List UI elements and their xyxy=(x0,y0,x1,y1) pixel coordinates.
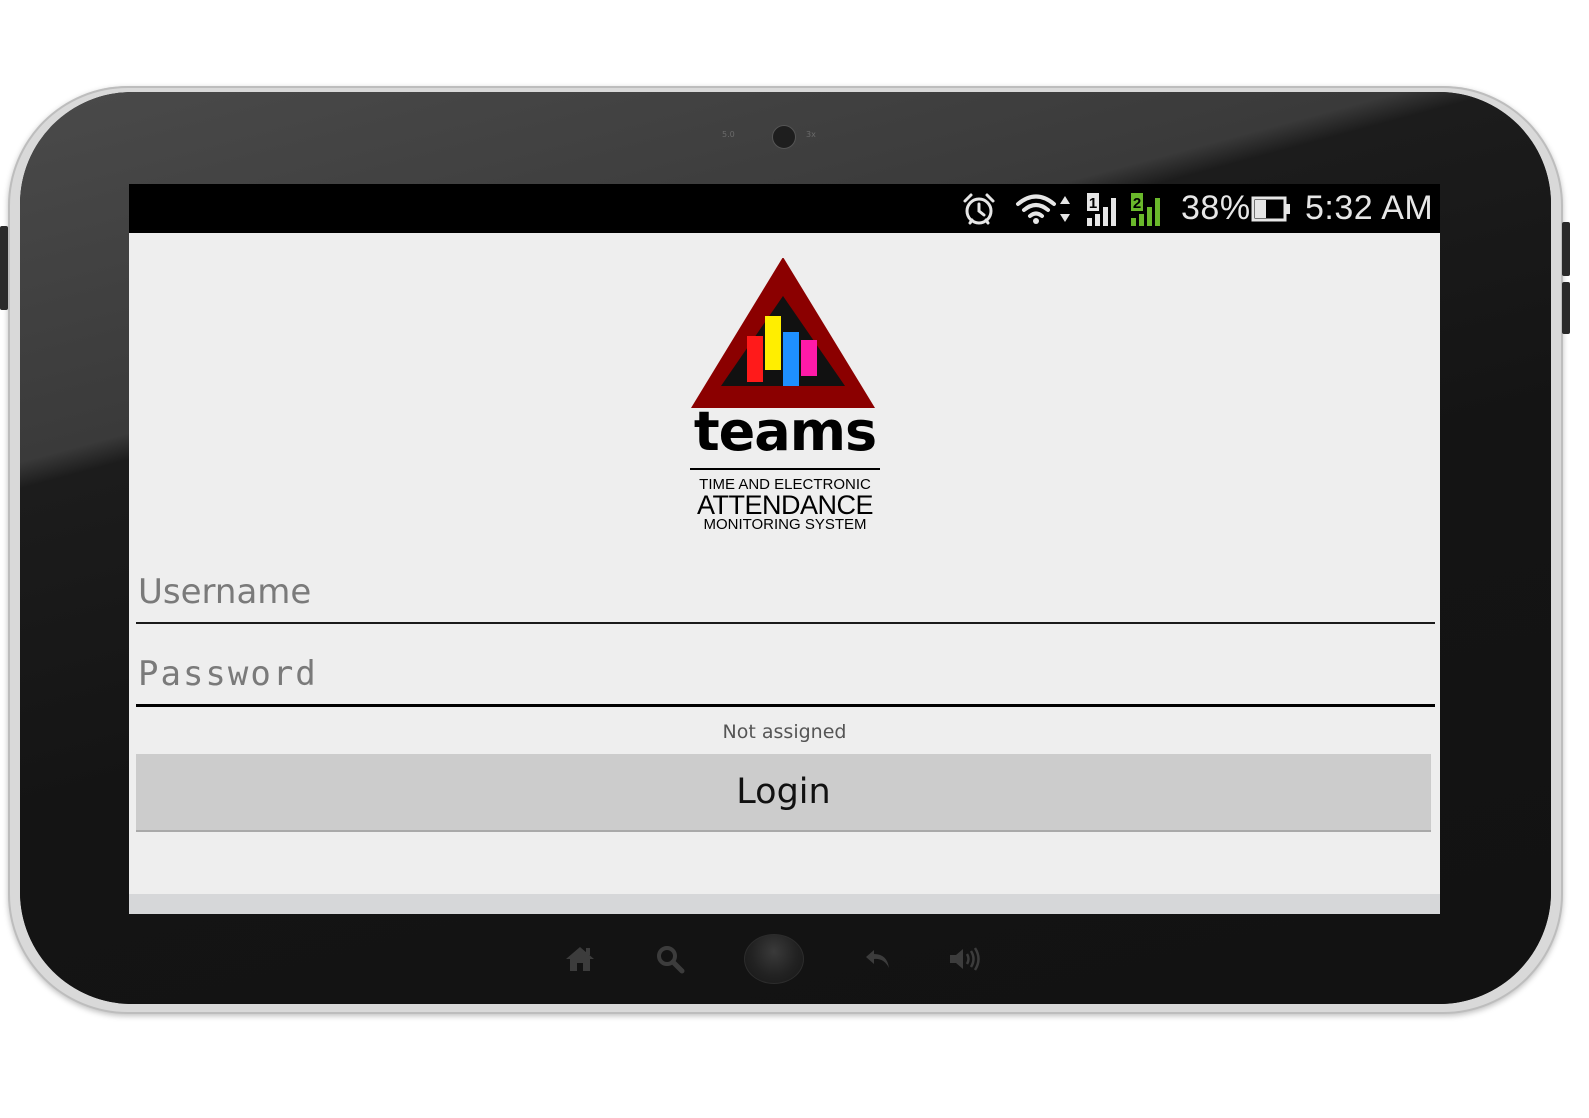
battery-percent: 38% xyxy=(1181,184,1251,233)
sim1-label: 1 xyxy=(1089,195,1097,212)
back-icon[interactable] xyxy=(858,937,898,981)
camera-label-right: 3x xyxy=(806,130,816,139)
sim2-label: 2 xyxy=(1133,195,1141,212)
alarm-icon xyxy=(961,184,999,233)
home-icon[interactable] xyxy=(560,937,600,981)
login-button[interactable]: Login xyxy=(136,754,1431,832)
signal-sim1-icon: 1 xyxy=(1085,184,1125,233)
battery-icon xyxy=(1251,184,1293,233)
side-button-left xyxy=(0,226,8,310)
status-bar: 1 2 38% 5:32 AM xyxy=(129,184,1440,233)
front-camera xyxy=(772,125,796,149)
clock: 5:32 AM xyxy=(1305,184,1433,233)
username-input[interactable] xyxy=(136,562,1435,624)
logo-divider xyxy=(690,468,880,470)
password-input[interactable] xyxy=(136,644,1435,707)
assignment-status-text: Not assigned xyxy=(722,721,847,743)
camera-label-left: 5.0 xyxy=(722,130,735,139)
app-screen: 1 2 38% 5:32 AM teams TIME AND ELECTRONI… xyxy=(129,184,1440,914)
clock-text: 5:32 AM xyxy=(1305,189,1434,227)
signal-sim2-icon: 2 xyxy=(1129,184,1169,233)
data-arrows-icon xyxy=(1059,184,1073,233)
home-button[interactable] xyxy=(744,934,804,984)
battery-percent-text: 38% xyxy=(1181,189,1251,227)
side-button-right-upper xyxy=(1562,222,1570,276)
screen-bottom-strip xyxy=(129,894,1440,914)
teams-logo: teams TIME AND ELECTRONIC ATTENDANCE MON… xyxy=(685,258,885,540)
wifi-icon xyxy=(1015,184,1059,233)
logo-wordmark: teams xyxy=(693,400,877,463)
logo-triangle-graphic xyxy=(691,258,875,408)
side-button-right-lower xyxy=(1562,282,1570,334)
search-icon[interactable] xyxy=(650,937,690,981)
logo-tagline-line2: ATTENDANCE xyxy=(696,490,874,520)
volume-icon[interactable] xyxy=(944,937,984,981)
logo-tagline-line3: MONITORING SYSTEM xyxy=(703,516,867,533)
